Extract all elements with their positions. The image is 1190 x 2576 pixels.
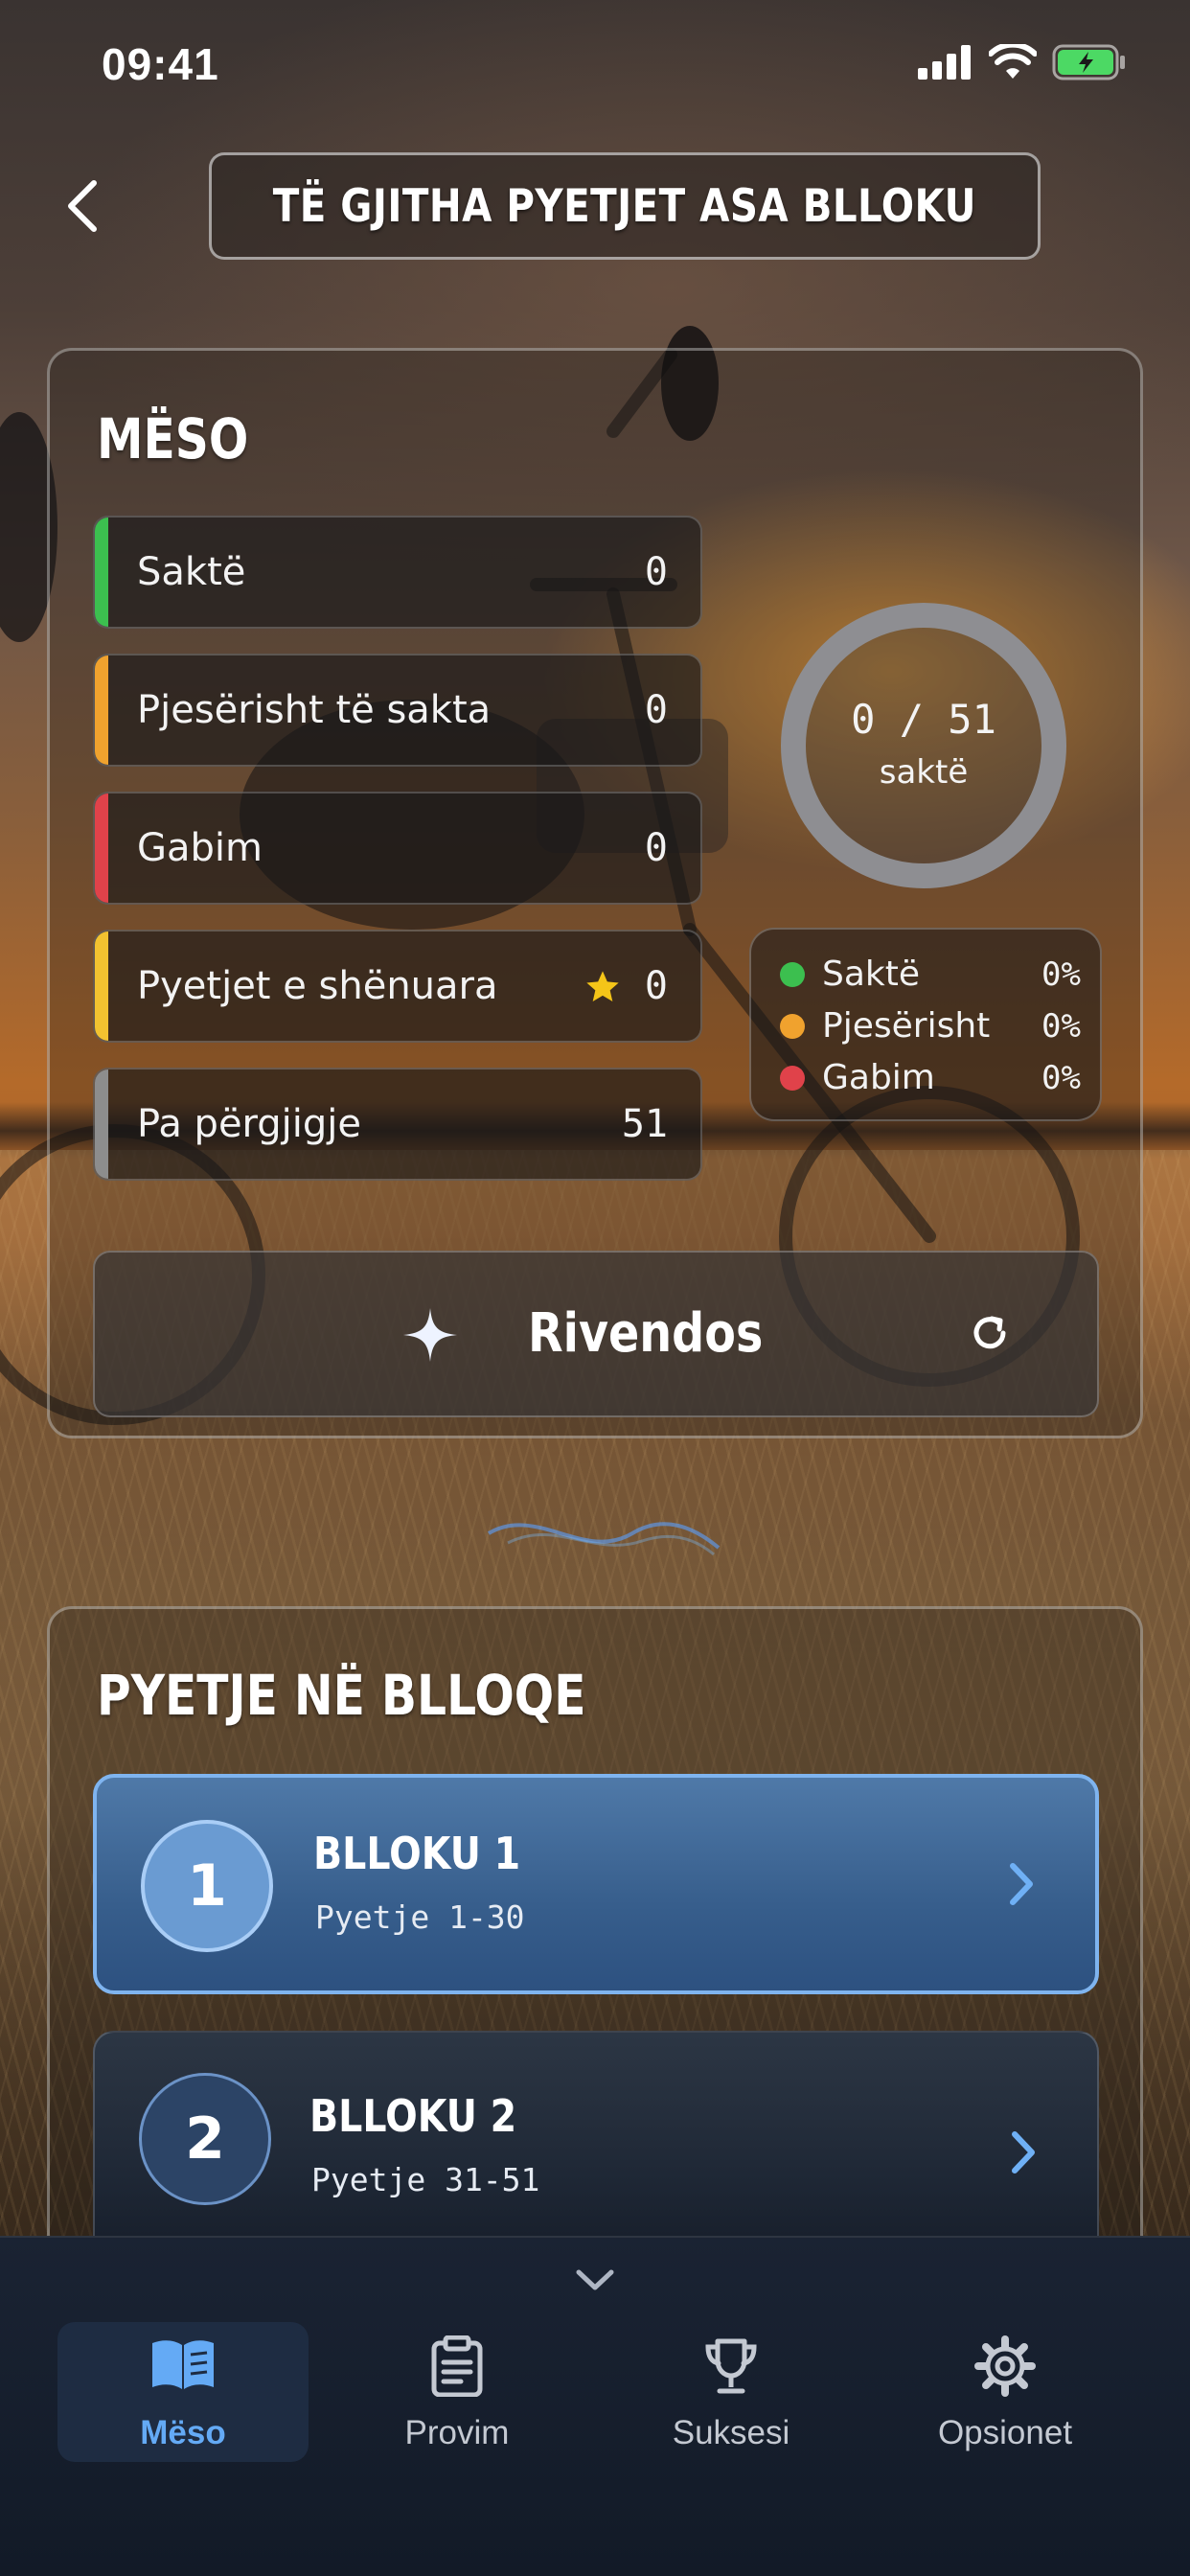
donut-ring bbox=[781, 603, 1066, 888]
legend-dot bbox=[780, 1066, 805, 1091]
stat-value: 0 bbox=[644, 964, 668, 1008]
header-title-box: TË GJITHA PYETJET ASA BLLOKU bbox=[209, 152, 1041, 260]
battery-icon bbox=[1052, 44, 1125, 80]
back-button[interactable] bbox=[54, 171, 111, 242]
legend-label: Gabim bbox=[822, 1058, 935, 1097]
gear-icon bbox=[880, 2335, 1131, 2397]
tab-label: Opsionet bbox=[937, 2414, 1073, 2451]
signal-icon bbox=[918, 45, 971, 80]
stat-value: 0 bbox=[644, 688, 668, 732]
stat-value: 51 bbox=[621, 1102, 668, 1146]
chevron-down-icon[interactable] bbox=[573, 2265, 617, 2293]
legend-dot bbox=[780, 962, 805, 987]
legend-item-partial: Pjesërisht 0% bbox=[780, 1002, 1087, 1050]
stat-accent bbox=[95, 932, 108, 1041]
stat-wrong[interactable]: Gabim 0 bbox=[93, 792, 702, 905]
stat-unanswered[interactable]: Pa përgjigje 51 bbox=[93, 1068, 702, 1181]
block-title: BLLOKU 1 bbox=[313, 1828, 521, 1879]
block-subtitle: Pyetje 1-30 bbox=[315, 1898, 525, 1936]
block-number: 1 bbox=[141, 1820, 273, 1952]
reset-button[interactable]: Rivendos bbox=[93, 1251, 1099, 1417]
chevron-right-icon bbox=[1012, 2131, 1035, 2174]
star-icon bbox=[586, 971, 619, 1001]
stat-partially-correct[interactable]: Pjesërisht të sakta 0 bbox=[93, 654, 702, 767]
tab-label: Mëso bbox=[140, 2414, 226, 2451]
reset-label: Rivendos bbox=[528, 1302, 764, 1365]
legend-percent: 0% bbox=[1041, 955, 1081, 994]
tab-label: Provim bbox=[404, 2414, 510, 2451]
stat-accent bbox=[95, 794, 108, 903]
clipboard-icon bbox=[332, 2335, 583, 2397]
status-bar: 09:41 bbox=[0, 0, 1190, 125]
legend-item-wrong: Gabim 0% bbox=[780, 1054, 1087, 1102]
stat-correct[interactable]: Saktë 0 bbox=[93, 516, 702, 629]
block-number: 2 bbox=[139, 2073, 271, 2205]
tab-bar: Mëso Provim Suksesi Opsionet bbox=[0, 2236, 1190, 2576]
stat-label: Saktë bbox=[137, 550, 246, 594]
block-title: BLLOKU 2 bbox=[309, 2090, 517, 2142]
block-item-2[interactable]: 2 BLLOKU 2 Pyetje 31-51 bbox=[93, 2031, 1099, 2270]
blocks-card: PYETJE NË BLLOQE 1 BLLOKU 1 Pyetje 1-30 … bbox=[47, 1606, 1143, 2277]
sparkle-icon bbox=[403, 1308, 457, 1362]
learn-card: MËSO Saktë 0 Pjesërisht të sakta 0 Gabim… bbox=[47, 348, 1143, 1438]
stat-accent bbox=[95, 1070, 108, 1179]
book-icon bbox=[57, 2335, 309, 2393]
page-title: TË GJITHA PYETJET ASA BLLOKU bbox=[272, 179, 977, 233]
legend-item-correct: Saktë 0% bbox=[780, 951, 1087, 999]
stat-label: Gabim bbox=[137, 826, 263, 870]
donut-value: 0 / 51 bbox=[851, 696, 996, 743]
status-icons bbox=[918, 44, 1127, 80]
donut-caption: saktë bbox=[879, 753, 969, 792]
block-item-1[interactable]: 1 BLLOKU 1 Pyetje 1-30 bbox=[93, 1774, 1099, 1994]
stat-accent bbox=[95, 518, 108, 627]
tab-learn[interactable]: Mëso bbox=[57, 2322, 309, 2462]
trophy-icon bbox=[606, 2335, 857, 2397]
stat-label: Pa përgjigje bbox=[137, 1102, 362, 1146]
wifi-icon bbox=[989, 44, 1037, 79]
legend-dot bbox=[780, 1014, 805, 1039]
stats-legend: Saktë 0% Pjesërisht 0% Gabim 0% bbox=[749, 928, 1102, 1121]
chevron-right-icon bbox=[1010, 1863, 1033, 1905]
refresh-icon bbox=[973, 1316, 1006, 1349]
blocks-title: PYETJE NË BLLOQE bbox=[97, 1663, 586, 1728]
legend-label: Saktë bbox=[822, 954, 921, 994]
decorative-swirl bbox=[487, 1522, 721, 1556]
tab-options[interactable]: Opsionet bbox=[880, 2322, 1131, 2462]
legend-percent: 0% bbox=[1041, 1007, 1081, 1046]
tab-success[interactable]: Suksesi bbox=[606, 2322, 857, 2462]
status-time: 09:41 bbox=[102, 39, 219, 89]
stat-accent bbox=[95, 656, 108, 765]
stat-value: 0 bbox=[644, 826, 668, 870]
stat-value: 0 bbox=[644, 550, 668, 594]
chevron-left-icon bbox=[68, 180, 97, 232]
progress-donut: 0 / 51 saktë bbox=[778, 600, 1069, 891]
stat-label: Pjesërisht të sakta bbox=[137, 688, 492, 732]
stat-label: Pyetjet e shënuara bbox=[137, 964, 498, 1008]
tab-exam[interactable]: Provim bbox=[332, 2322, 583, 2462]
learn-title: MËSO bbox=[97, 406, 249, 472]
block-subtitle: Pyetje 31-51 bbox=[311, 2161, 540, 2198]
tab-label: Suksesi bbox=[672, 2414, 790, 2451]
legend-percent: 0% bbox=[1041, 1059, 1081, 1097]
legend-label: Pjesërisht bbox=[822, 1006, 991, 1046]
stat-marked[interactable]: Pyetjet e shënuara 0 bbox=[93, 930, 702, 1043]
